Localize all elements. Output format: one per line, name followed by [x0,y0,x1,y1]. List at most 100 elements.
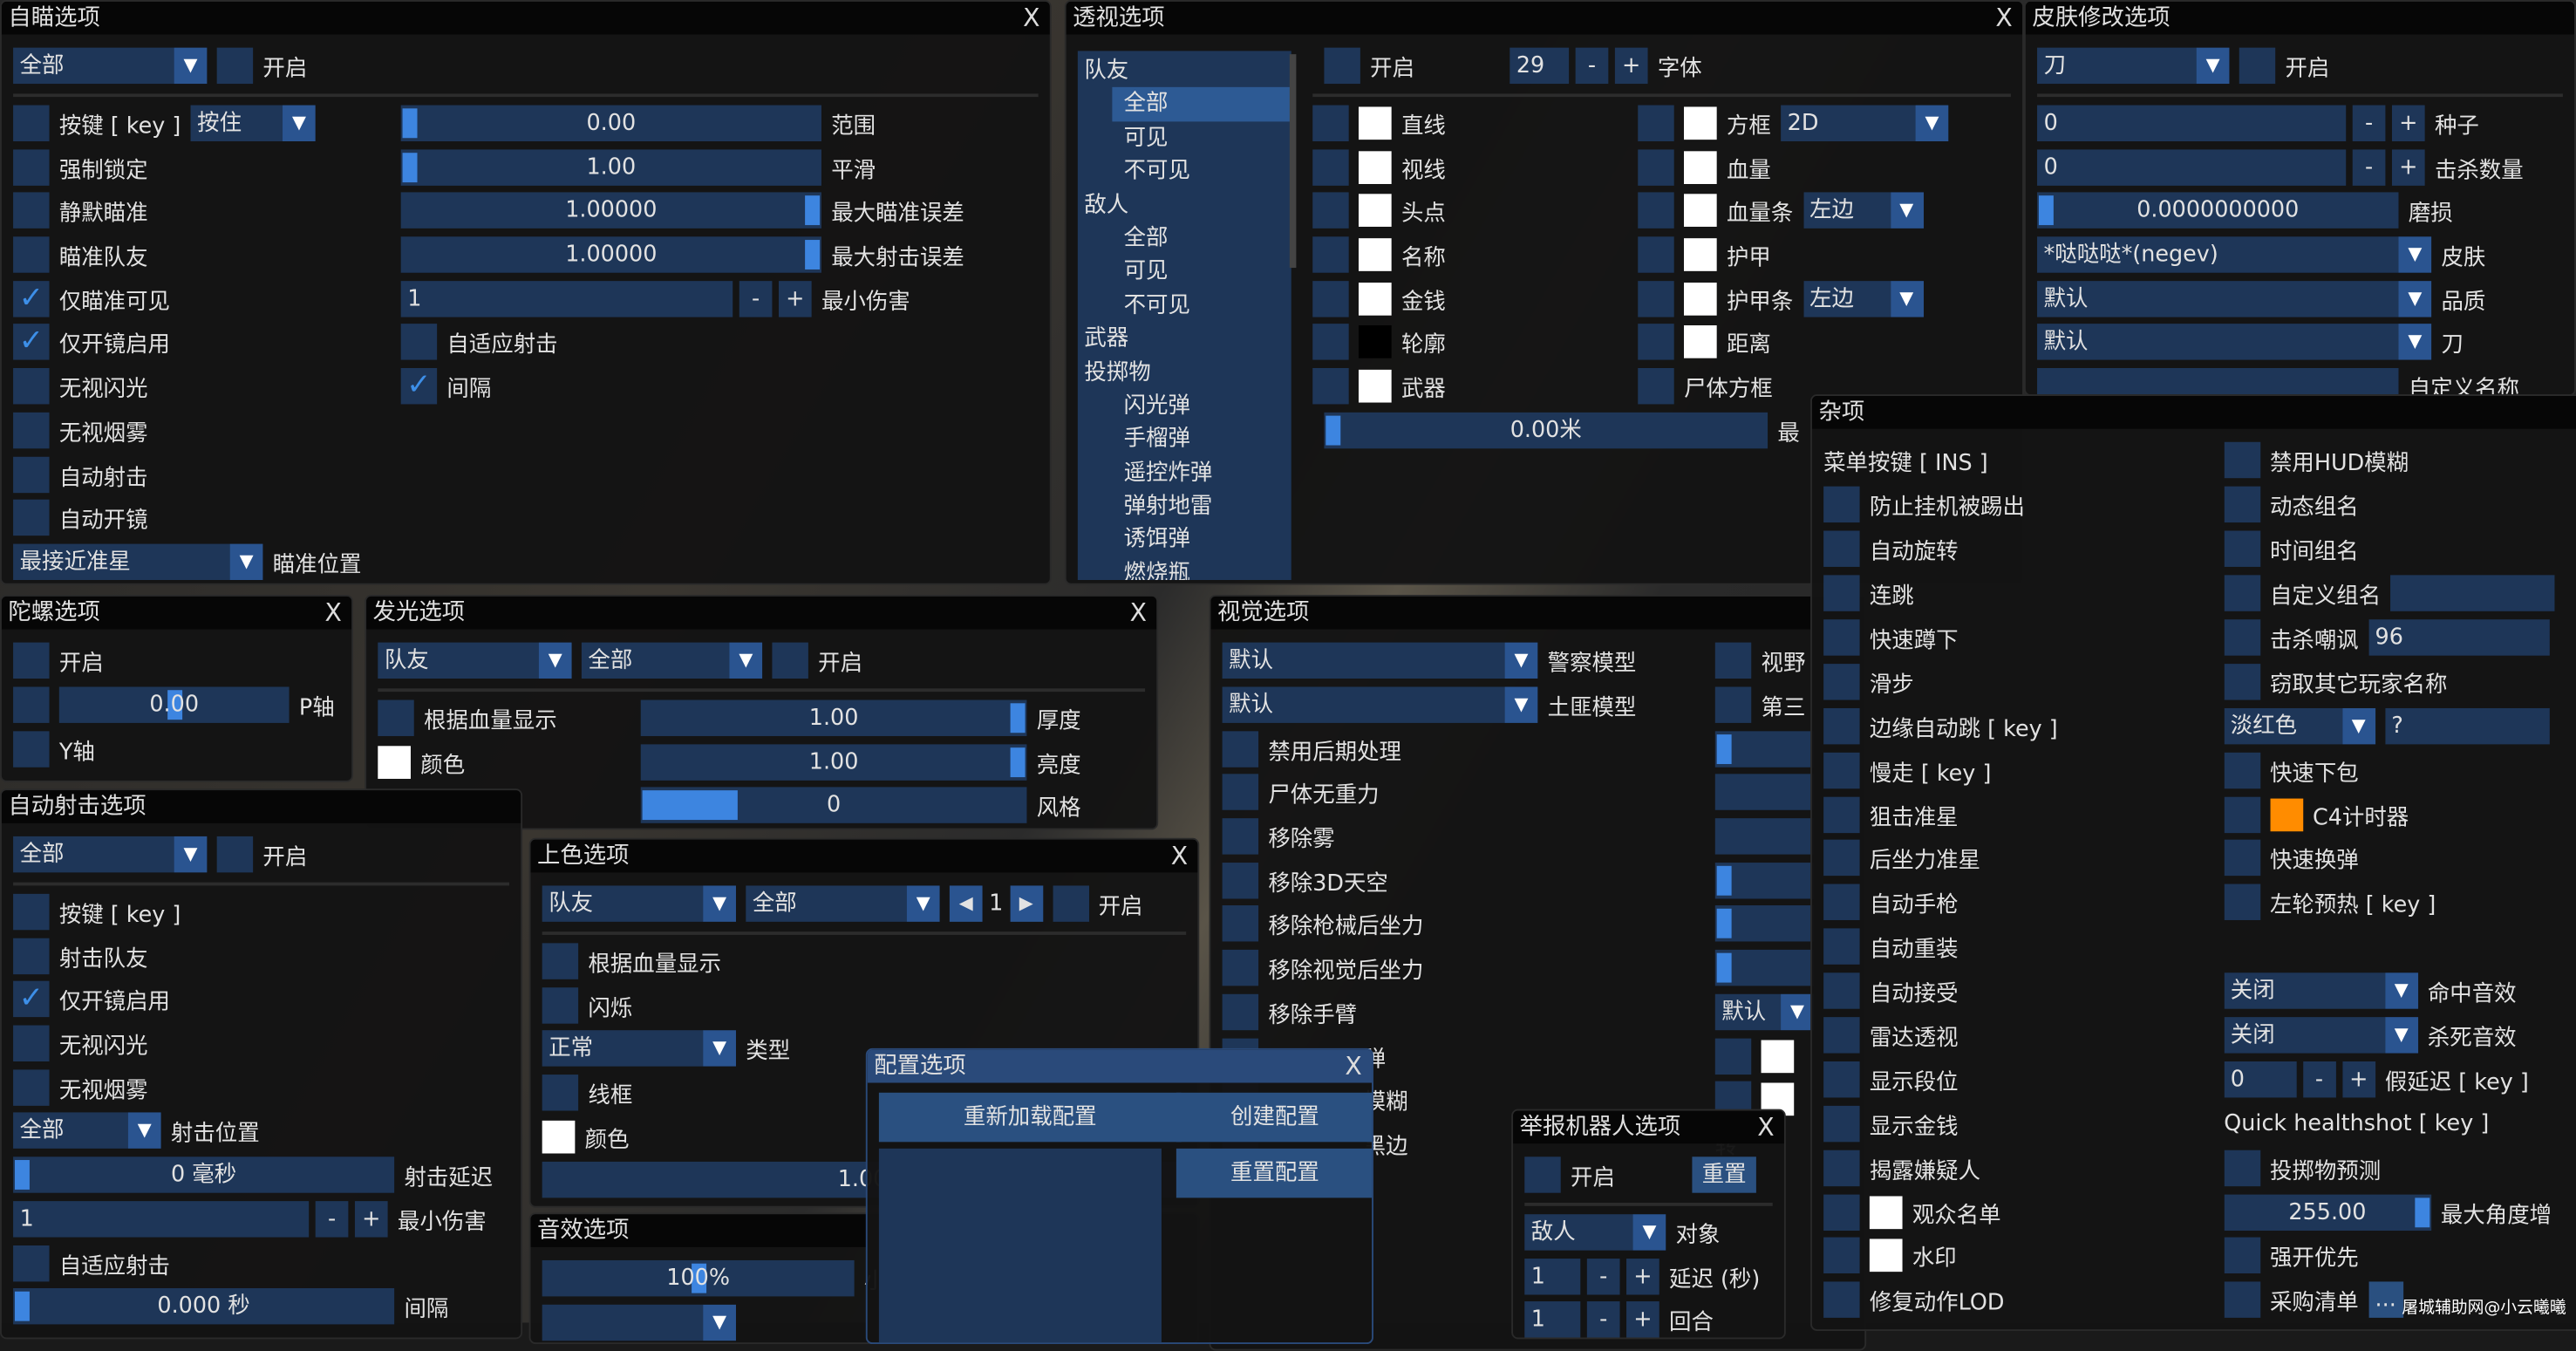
checkbox[interactable] [2224,795,2260,833]
dropdown[interactable]: 2D ▼ [1781,105,1949,142]
slider-handle[interactable] [805,240,821,270]
esp-list-item[interactable]: 弹射地雷 [1078,490,1291,523]
checkbox[interactable] [1524,1157,1561,1194]
text-input[interactable]: ? [2384,707,2550,744]
dropdown[interactable]: 默认 ▼ [1714,993,1814,1030]
title-bar[interactable]: 举报机器人选项 X [1513,1110,1784,1144]
checkbox[interactable] [13,893,50,931]
esp-list-item[interactable]: 队友 [1078,54,1291,87]
checkbox[interactable] [2224,487,2260,523]
dropdown[interactable]: 最接近准星 ▼ [13,543,263,580]
dropdown[interactable]: 刀 ▼ [2037,48,2230,85]
esp-list-item[interactable]: 敌人 [1078,188,1291,222]
esp-list-item[interactable]: 武器 [1078,322,1291,355]
checkbox[interactable] [1312,368,1349,405]
slider-handle[interactable] [14,1160,30,1191]
checkbox[interactable] [1638,193,1674,229]
decrement-button[interactable]: - [315,1200,349,1238]
checkbox[interactable] [13,500,50,536]
decrement-button[interactable]: - [2302,1061,2336,1098]
checkbox[interactable] [13,938,50,974]
checkbox[interactable] [1823,1017,1860,1054]
checkbox[interactable] [1222,730,1259,768]
title-bar[interactable]: 上色选项 X [530,839,1198,873]
esp-list-item[interactable]: 投掷物 [1078,356,1291,389]
slider[interactable]: 1.00 [640,699,1027,737]
slider-handle[interactable] [1716,952,1732,983]
slider[interactable]: 255.00 [2224,1193,2431,1231]
slider[interactable]: 0.000 秒 [13,1288,395,1325]
checkbox[interactable] [1823,530,1860,568]
color-swatch[interactable] [2269,797,2303,831]
decrement-button[interactable]: - [1586,1258,1620,1294]
color-swatch[interactable] [1358,238,1392,272]
slider[interactable]: 100% [542,1260,855,1298]
checkbox[interactable] [1324,48,1360,85]
checkbox[interactable]: ✓ [13,981,50,1018]
checkbox[interactable] [1222,950,1259,986]
checkbox[interactable] [1312,280,1349,317]
esp-list-item[interactable]: 全部 [1078,222,1291,255]
dropdown[interactable]: 全部 ▼ [13,1113,161,1150]
slider[interactable]: 0.00 [58,686,290,723]
slider[interactable] [1714,950,1814,986]
checkbox[interactable] [2224,619,2260,656]
checkbox[interactable] [1312,148,1349,186]
increment-button[interactable]: + [1626,1258,1659,1294]
close-icon[interactable]: X [1995,2,2012,35]
checkbox[interactable] [1823,1282,1860,1319]
slider-handle[interactable] [1716,909,1732,939]
checkbox[interactable] [1823,619,1860,656]
dropdown[interactable]: 队友 ▼ [378,643,572,679]
checkbox[interactable] [1714,643,1752,679]
title-bar[interactable]: 自瞄选项 X [1,1,1050,35]
decrement-button[interactable]: - [2352,148,2386,186]
increment-button[interactable]: + [2391,148,2425,186]
checkbox[interactable] [13,1025,50,1062]
checkbox[interactable] [1823,707,1860,744]
text-input[interactable]: 96 [2368,619,2550,656]
slider[interactable]: 1.00 [400,148,821,186]
esp-list-item[interactable]: 诱饵弹 [1078,523,1291,556]
esp-list-scrollbar[interactable] [1289,54,1297,269]
checkbox[interactable] [216,836,254,873]
checkbox[interactable] [13,236,50,273]
button[interactable]: 重置配置 [1176,1148,1373,1198]
checkbox[interactable] [1714,1037,1752,1075]
close-icon[interactable]: X [1023,2,1039,35]
number-input[interactable]: 0 [2037,148,2347,186]
dropdown[interactable]: 左边 ▼ [1803,280,1924,317]
increment-button[interactable]: + [354,1200,388,1238]
color-swatch[interactable] [1869,1195,1903,1229]
checkbox[interactable] [1052,886,1089,923]
increment-button[interactable]: + [1626,1301,1659,1338]
number-input[interactable]: 1 [13,1200,310,1238]
checkbox[interactable] [1222,993,1259,1030]
checkbox[interactable] [2224,1282,2260,1319]
esp-list-item[interactable]: 闪光弹 [1078,389,1291,422]
slider[interactable] [1714,774,1814,811]
checkbox[interactable] [1823,1105,1860,1142]
checkbox[interactable] [13,455,50,493]
close-icon[interactable]: X [1171,840,1188,873]
color-swatch[interactable] [1358,282,1392,316]
slider-handle[interactable] [805,195,821,226]
dropdown[interactable]: *哒哒哒*(negev) ▼ [2037,236,2432,273]
title-bar[interactable]: 透视选项 X [1066,1,2023,35]
color-swatch[interactable] [1358,325,1392,359]
dropdown[interactable]: 左边 ▼ [1803,193,1924,229]
color-swatch[interactable] [542,1120,576,1154]
checkbox[interactable] [1823,972,1860,1009]
checkbox[interactable] [1222,905,1259,943]
color-swatch[interactable] [1761,1039,1795,1073]
slider-handle[interactable] [1716,733,1732,764]
esp-list-item[interactable]: 燃烧瓶 [1078,556,1291,580]
dropdown[interactable]: 全部 ▼ [581,643,763,679]
title-bar[interactable]: 皮肤修改选项 [2025,1,2575,35]
color-swatch[interactable] [1683,325,1717,359]
number-input[interactable]: 29 [1509,48,1570,85]
button[interactable]: 重置 [1692,1157,1756,1194]
number-input[interactable]: 1 [1524,1301,1581,1338]
dropdown[interactable]: ▼ [542,1304,736,1341]
checkbox[interactable] [1823,752,1860,788]
